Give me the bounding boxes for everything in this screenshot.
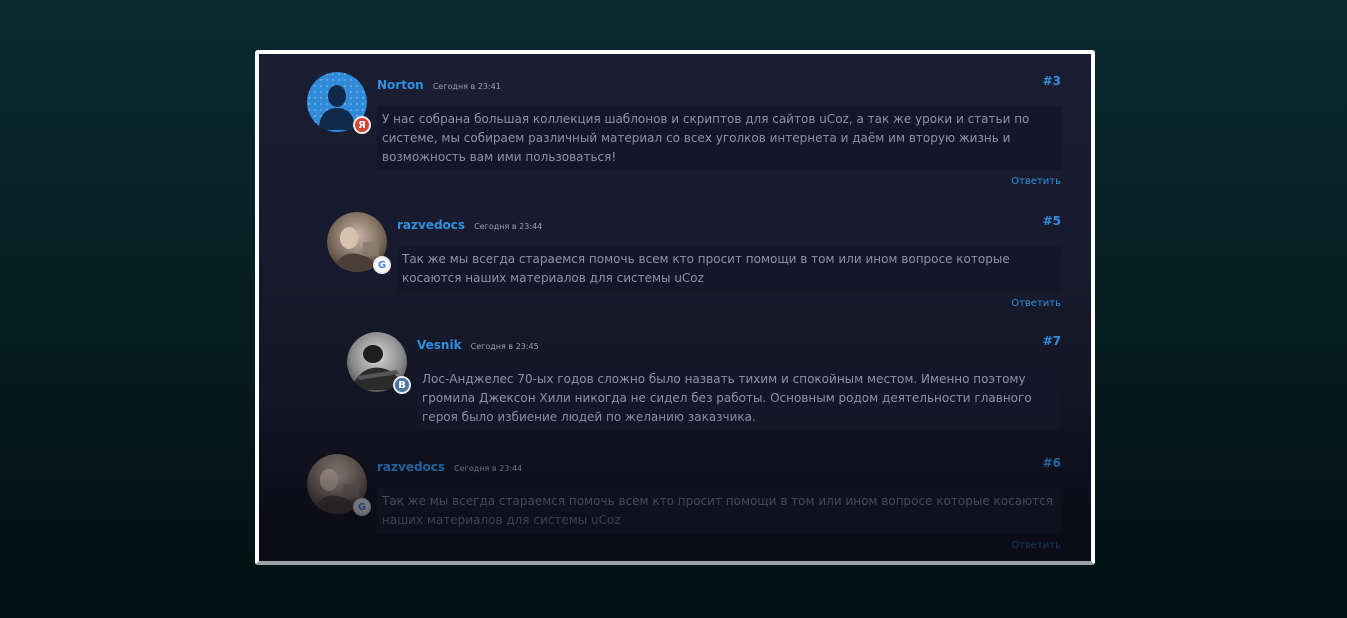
vk-icon: B: [393, 376, 411, 394]
comment-author[interactable]: razvedocs: [377, 460, 445, 474]
reply-link[interactable]: Ответить: [1011, 540, 1061, 551]
comment-number[interactable]: #5: [1043, 214, 1061, 228]
comment-date: Сегодня в 23:44: [474, 222, 543, 231]
comment-date: Сегодня в 23:45: [470, 342, 539, 351]
comment-item: G razvedocs Сегодня в 23:44 #6 Так же мы…: [307, 454, 1061, 554]
avatar[interactable]: B: [347, 332, 411, 394]
avatar[interactable]: Я: [307, 72, 371, 134]
comment-item: Я Norton Сегодня в 23:41 #3 У нас собран…: [307, 72, 1061, 192]
comments-panel: Я Norton Сегодня в 23:41 #3 У нас собран…: [255, 50, 1095, 565]
comment-item: B Vesnik Сегодня в 23:45 #7 Лос-Анджелес…: [347, 332, 1061, 432]
google-icon: G: [373, 256, 391, 274]
comment-author[interactable]: Vesnik: [417, 338, 462, 352]
google-icon: G: [353, 498, 371, 516]
comment-date: Сегодня в 23:44: [454, 464, 523, 473]
comment-text: Лос-Анджелес 70-ых годов сложно было наз…: [417, 366, 1061, 430]
comment-number[interactable]: #3: [1043, 74, 1061, 88]
comment-date: Сегодня в 23:41: [432, 82, 501, 91]
comment-number[interactable]: #6: [1043, 456, 1061, 470]
comment-number[interactable]: #7: [1043, 334, 1061, 348]
yandex-icon: Я: [353, 116, 371, 134]
reply-link[interactable]: Ответить: [1011, 176, 1061, 187]
reply-link[interactable]: Ответить: [1011, 298, 1061, 309]
comment-text: У нас собрана большая коллекция шаблонов…: [377, 106, 1061, 170]
comment-item: G razvedocs Сегодня в 23:44 #5 Так же мы…: [327, 212, 1061, 312]
comment-author[interactable]: razvedocs: [397, 218, 465, 232]
comment-author[interactable]: Norton: [377, 78, 424, 92]
comment-text: Так же мы всегда стараемся помочь всем к…: [377, 488, 1061, 534]
avatar[interactable]: G: [327, 212, 391, 274]
comment-text: Так же мы всегда стараемся помочь всем к…: [397, 246, 1061, 292]
avatar[interactable]: G: [307, 454, 371, 516]
